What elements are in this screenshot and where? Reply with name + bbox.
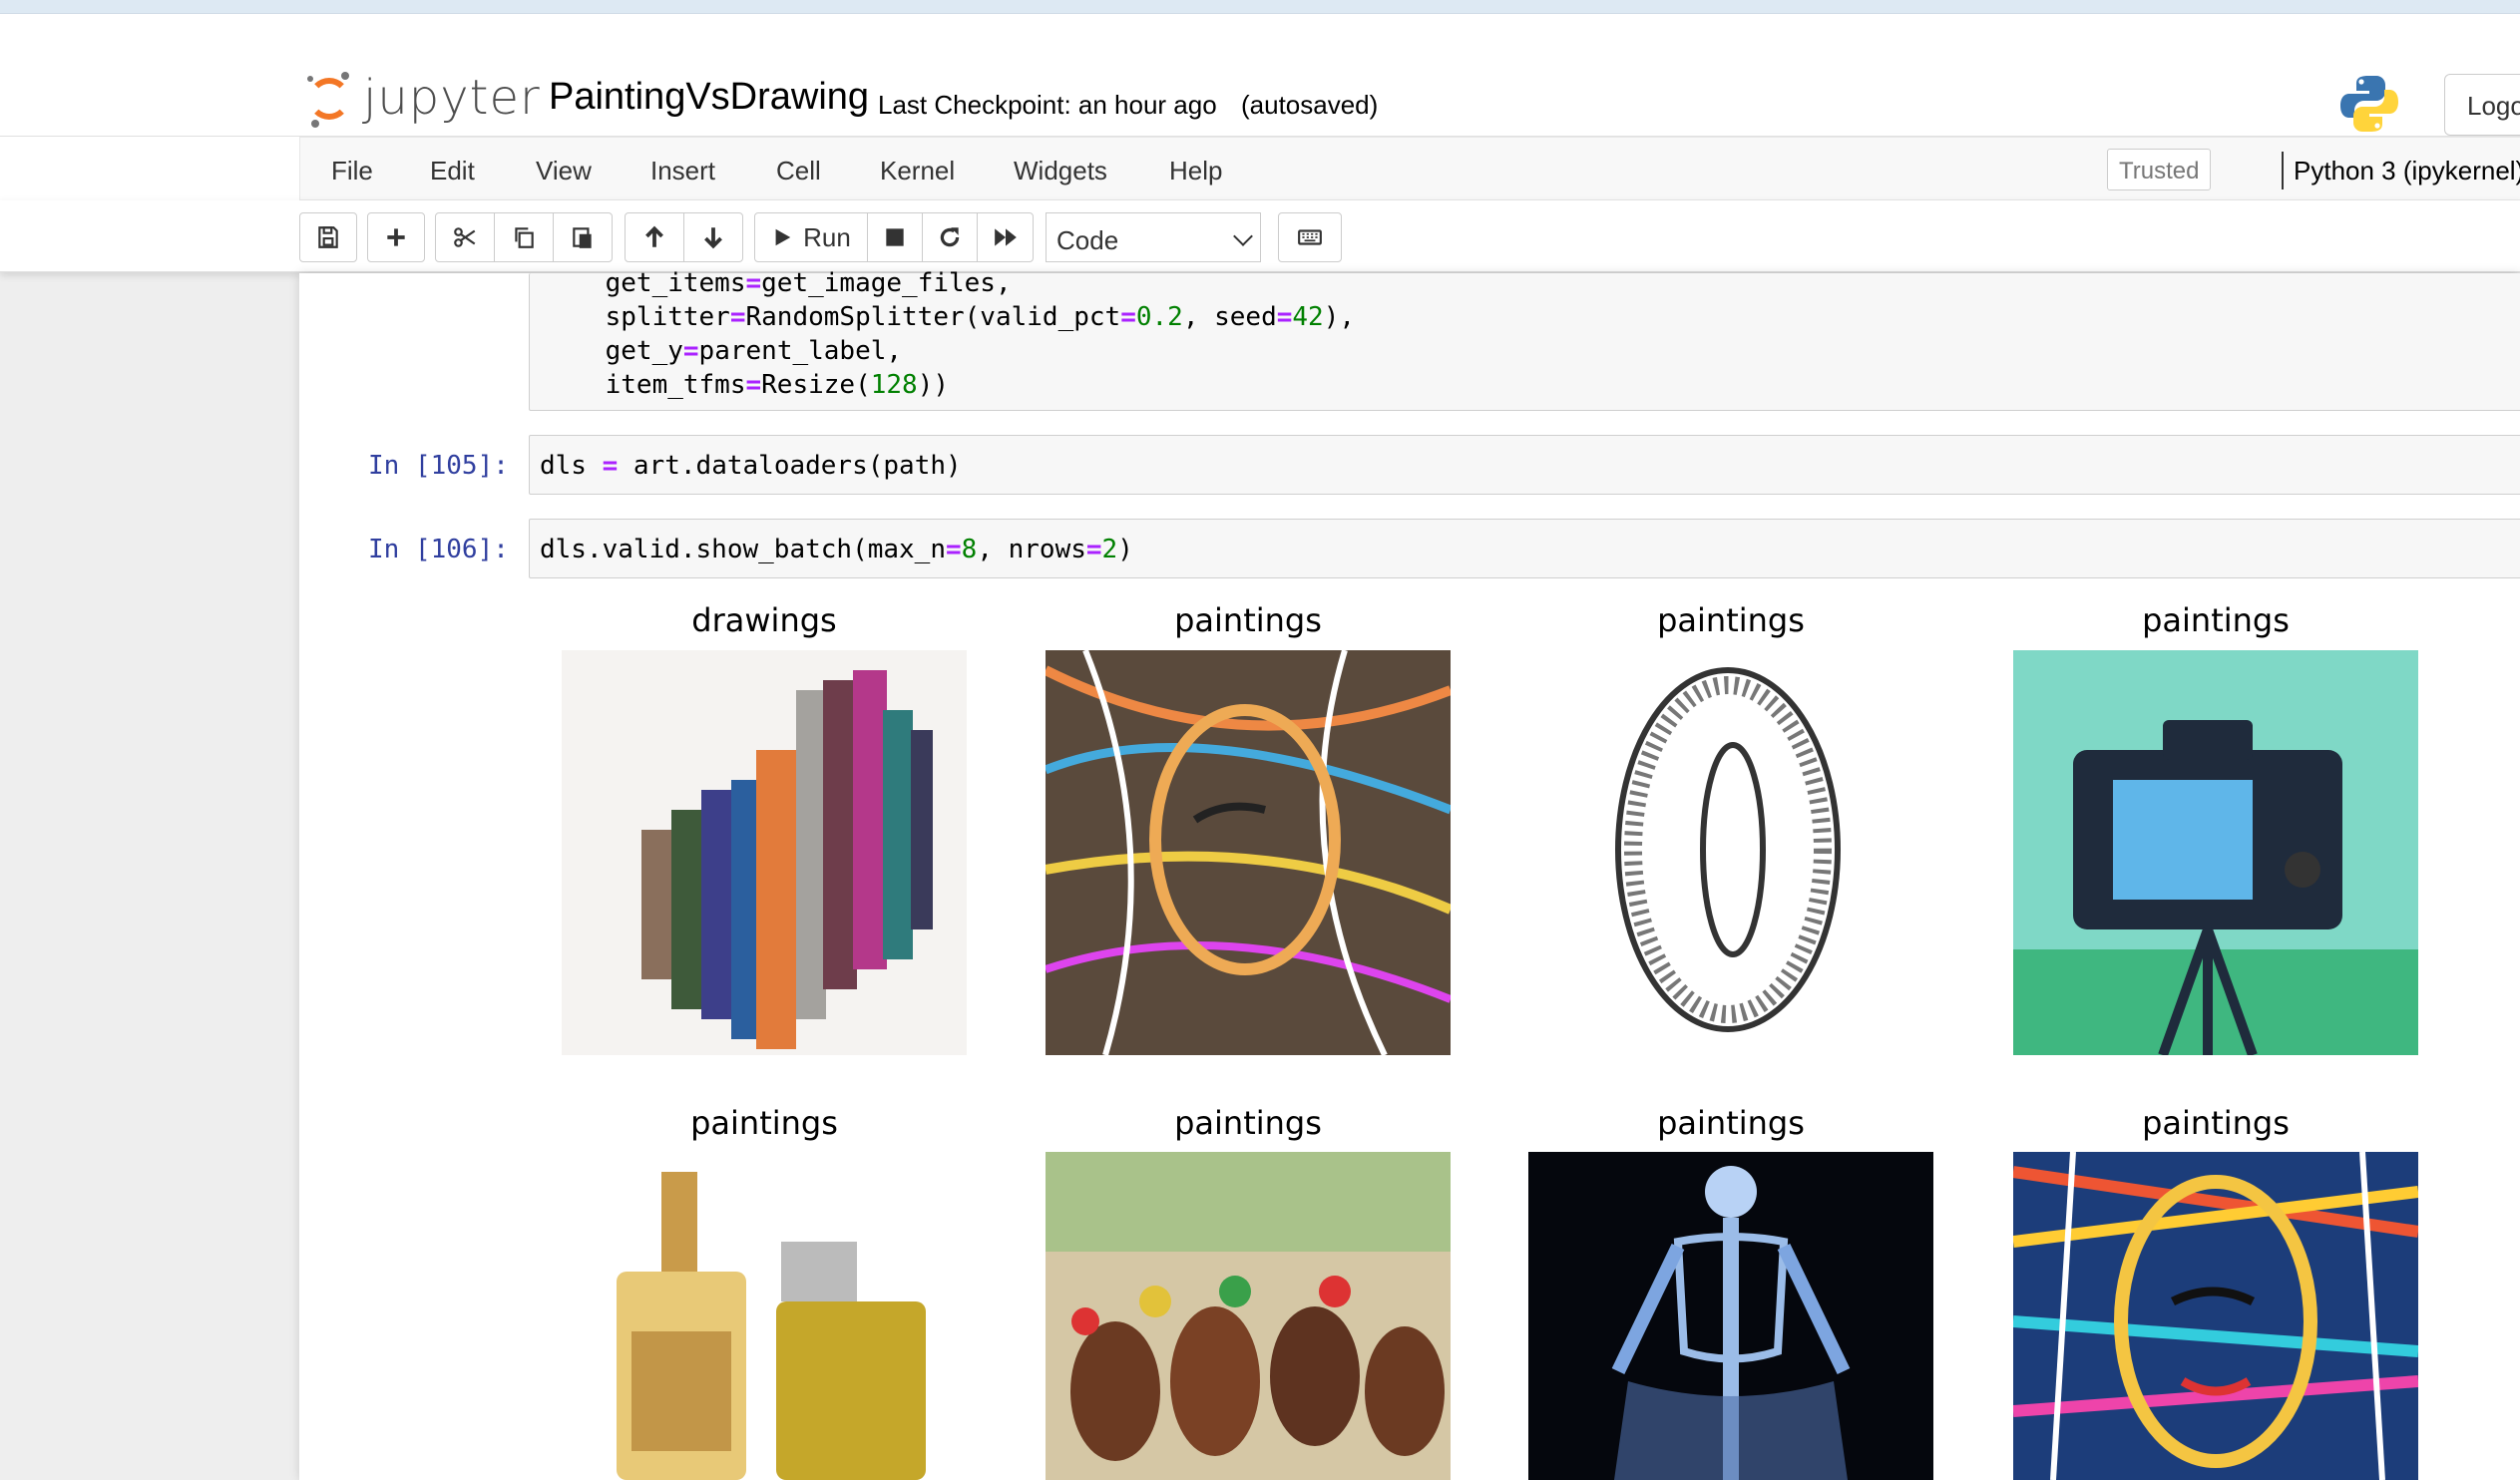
copy-icon bbox=[515, 227, 534, 248]
kernel-indicator-separator bbox=[2282, 152, 2284, 189]
previous-cell-code: get_items=get_image_files, splitter=Rand… bbox=[543, 266, 1355, 402]
trusted-badge[interactable]: Trusted bbox=[2107, 149, 2211, 190]
batch-label: paintings bbox=[1174, 601, 1322, 639]
cell-type-select[interactable]: Code bbox=[1046, 212, 1261, 262]
batch-label: paintings bbox=[1657, 601, 1805, 639]
abstract-portrait-image bbox=[1046, 650, 1451, 1055]
scissors-icon bbox=[454, 227, 476, 247]
save-button[interactable] bbox=[299, 212, 357, 262]
batch-label: paintings bbox=[1174, 1104, 1322, 1142]
checkpoint-status: Last Checkpoint: an hour ago bbox=[878, 90, 1217, 120]
camera-illustration-image bbox=[2013, 650, 2418, 1055]
restart-button[interactable] bbox=[922, 212, 978, 262]
insert-cell-button[interactable] bbox=[367, 212, 425, 262]
batch-label: paintings bbox=[690, 1104, 838, 1142]
logout-button[interactable]: Logo bbox=[2444, 74, 2520, 136]
plus-icon bbox=[387, 228, 405, 246]
horse-race-image bbox=[1046, 1152, 1451, 1480]
play-icon bbox=[775, 228, 791, 246]
cell-105-prompt: In [105]: bbox=[368, 451, 509, 481]
cell-106-code: dls.valid.show_batch(max_n=8, nrows=2) bbox=[540, 535, 1133, 564]
move-up-button[interactable] bbox=[625, 212, 684, 262]
save-icon bbox=[318, 226, 338, 248]
notebook-name[interactable]: PaintingVsDrawing bbox=[549, 76, 869, 119]
fast-forward-icon bbox=[994, 228, 1017, 246]
perfume-bottles-image bbox=[562, 1152, 967, 1480]
code-line: item_tfms=Resize(128)) bbox=[543, 370, 950, 400]
cell-105-code: dls = art.dataloaders(path) bbox=[540, 451, 962, 481]
code-line: get_items=get_image_files, bbox=[543, 268, 1012, 298]
batch-label: drawings bbox=[691, 601, 837, 639]
menu-view[interactable]: View bbox=[536, 156, 592, 186]
menu-insert[interactable]: Insert bbox=[650, 156, 715, 186]
restart-run-all-button[interactable] bbox=[977, 212, 1034, 262]
jupyter-logo-text: jupyter bbox=[363, 70, 541, 126]
stop-icon bbox=[886, 228, 904, 246]
paste-icon bbox=[573, 227, 592, 248]
menu-kernel[interactable]: Kernel bbox=[880, 156, 955, 186]
run-button[interactable]: Run bbox=[754, 212, 868, 262]
arrow-up-icon bbox=[645, 225, 663, 247]
copy-cell-button[interactable] bbox=[494, 212, 554, 262]
run-button-label: Run bbox=[803, 221, 851, 252]
move-down-button[interactable] bbox=[683, 212, 743, 262]
kernel-name[interactable]: Python 3 (ipykernel) bbox=[2294, 156, 2520, 186]
command-palette-button[interactable] bbox=[1278, 212, 1342, 262]
cell-106-input[interactable]: dls.valid.show_batch(max_n=8, nrows=2) bbox=[529, 519, 2520, 578]
notebook-header: jupyter PaintingVsDrawing Last Checkpoin… bbox=[0, 14, 2520, 137]
arrow-down-icon bbox=[704, 227, 722, 249]
menu-file[interactable]: File bbox=[331, 156, 373, 186]
batch-label: paintings bbox=[2142, 601, 2290, 639]
batch-label: paintings bbox=[1657, 1104, 1805, 1142]
cell-105-input[interactable]: dls = art.dataloaders(path) bbox=[529, 435, 2520, 495]
menu-widgets[interactable]: Widgets bbox=[1014, 156, 1107, 186]
menu-cell[interactable]: Cell bbox=[776, 156, 821, 186]
code-line: get_y=parent_label, bbox=[543, 336, 903, 366]
cell-type-value: Code bbox=[1056, 225, 1119, 255]
autosave-status: (autosaved) bbox=[1241, 90, 1379, 120]
cut-cell-button[interactable] bbox=[435, 212, 495, 262]
restart-icon bbox=[940, 227, 960, 247]
browser-top-strip bbox=[0, 0, 2520, 14]
chevron-down-icon bbox=[1233, 226, 1253, 246]
zero-sketch-image bbox=[1528, 650, 1933, 1055]
paste-cell-button[interactable] bbox=[553, 212, 613, 262]
colorful-portrait-image bbox=[2013, 1152, 2418, 1480]
code-line: splitter=RandomSplitter(valid_pct=0.2, s… bbox=[543, 302, 1356, 332]
jupyter-logo[interactable]: jupyter bbox=[305, 58, 541, 138]
menu-help[interactable]: Help bbox=[1169, 156, 1222, 186]
xray-skeleton-image bbox=[1528, 1152, 1933, 1480]
previous-cell-input[interactable]: get_items=get_image_files, splitter=Rand… bbox=[529, 268, 2520, 411]
menu-edit[interactable]: Edit bbox=[430, 156, 475, 186]
jupyter-logo-icon bbox=[305, 68, 353, 128]
makeup-swatch-image bbox=[562, 650, 967, 1055]
interrupt-button[interactable] bbox=[867, 212, 923, 262]
batch-label: paintings bbox=[2142, 1104, 2290, 1142]
cell-106-prompt: In [106]: bbox=[368, 535, 509, 564]
keyboard-icon bbox=[1298, 229, 1322, 245]
python-logo-icon bbox=[2340, 76, 2398, 132]
